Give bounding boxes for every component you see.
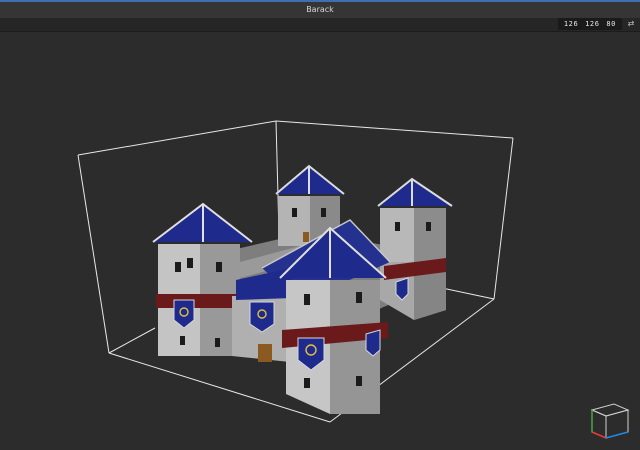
3d-viewport[interactable] (0, 32, 640, 450)
swap-arrows-icon[interactable]: ⇄ (625, 18, 637, 30)
orientation-cube-icon[interactable] (590, 403, 630, 439)
window-title: Barack (306, 5, 334, 14)
app-window: Barack 126 126 80 ⇄ (0, 0, 640, 450)
model-dimensions-readout[interactable]: 126 126 80 (557, 18, 622, 30)
toolbar: 126 126 80 ⇄ (0, 18, 640, 32)
viewport-canvas[interactable] (0, 32, 640, 450)
voxel-castle-model[interactable] (152, 164, 453, 414)
window-title-bar[interactable]: Barack (0, 0, 640, 18)
